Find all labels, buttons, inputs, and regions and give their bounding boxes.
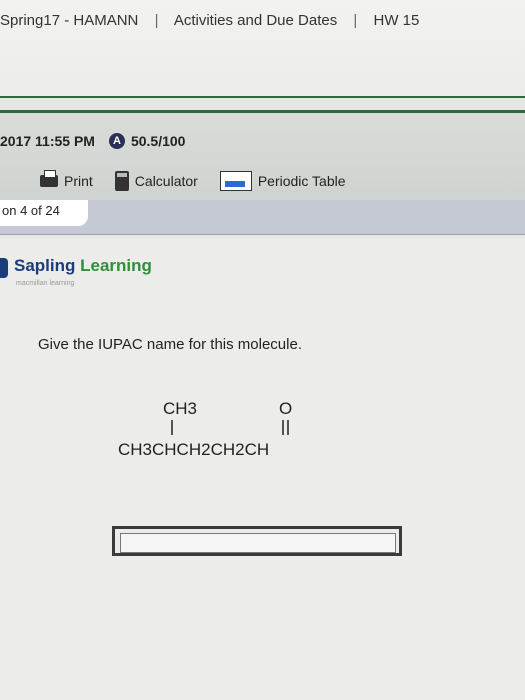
breadcrumb-separator: | [154, 12, 159, 29]
question-navigation: on 4 of 24 [0, 200, 525, 235]
periodic-table-label: Periodic Table [257, 173, 346, 189]
question-tab[interactable]: on 4 of 24 [0, 200, 88, 226]
assignment-status-bar: 2017 11:55 PM A 50.5/100 Print Calculato… [0, 110, 525, 203]
breadcrumb-trail: Spring17 - HAMANN | Activities and Due D… [0, 12, 419, 29]
breadcrumb-course[interactable]: Spring17 - HAMANN [0, 12, 138, 29]
breadcrumb-separator: | [353, 12, 358, 29]
grade-icon: A [108, 133, 125, 149]
breadcrumb-assignment[interactable]: HW 15 [373, 12, 419, 29]
printer-icon [40, 170, 58, 187]
molecule-structure: CH3 O CH3CHCH2CH2CH [118, 399, 292, 459]
print-label: Print [64, 173, 93, 189]
due-info: 2017 11:55 PM A 50.5/100 [0, 133, 185, 149]
due-date: 2017 11:55 PM [0, 133, 95, 149]
question-content: Sapling Learning macmillan learning Give… [0, 238, 525, 700]
answer-input[interactable] [120, 533, 396, 553]
calculator-label: Calculator [134, 173, 198, 189]
breadcrumb-section[interactable]: Activities and Due Dates [174, 12, 337, 29]
periodic-table-button[interactable]: Periodic Table [219, 171, 346, 191]
toolbar: Print Calculator Periodic Table [40, 170, 368, 191]
calculator-button[interactable]: Calculator [114, 171, 198, 191]
answer-box [112, 526, 402, 556]
branch-methyl-label: CH3 [163, 399, 197, 418]
score: 50.5/100 [130, 133, 186, 149]
breadcrumb: Spring17 - HAMANN | Activities and Due D… [0, 0, 525, 98]
print-button[interactable]: Print [40, 170, 93, 189]
carbonyl-oxygen-label: O [279, 399, 292, 418]
periodic-table-icon [219, 171, 252, 191]
calculator-icon [114, 171, 129, 191]
main-chain-label: CH3CHCH2CH2CH [118, 440, 269, 459]
